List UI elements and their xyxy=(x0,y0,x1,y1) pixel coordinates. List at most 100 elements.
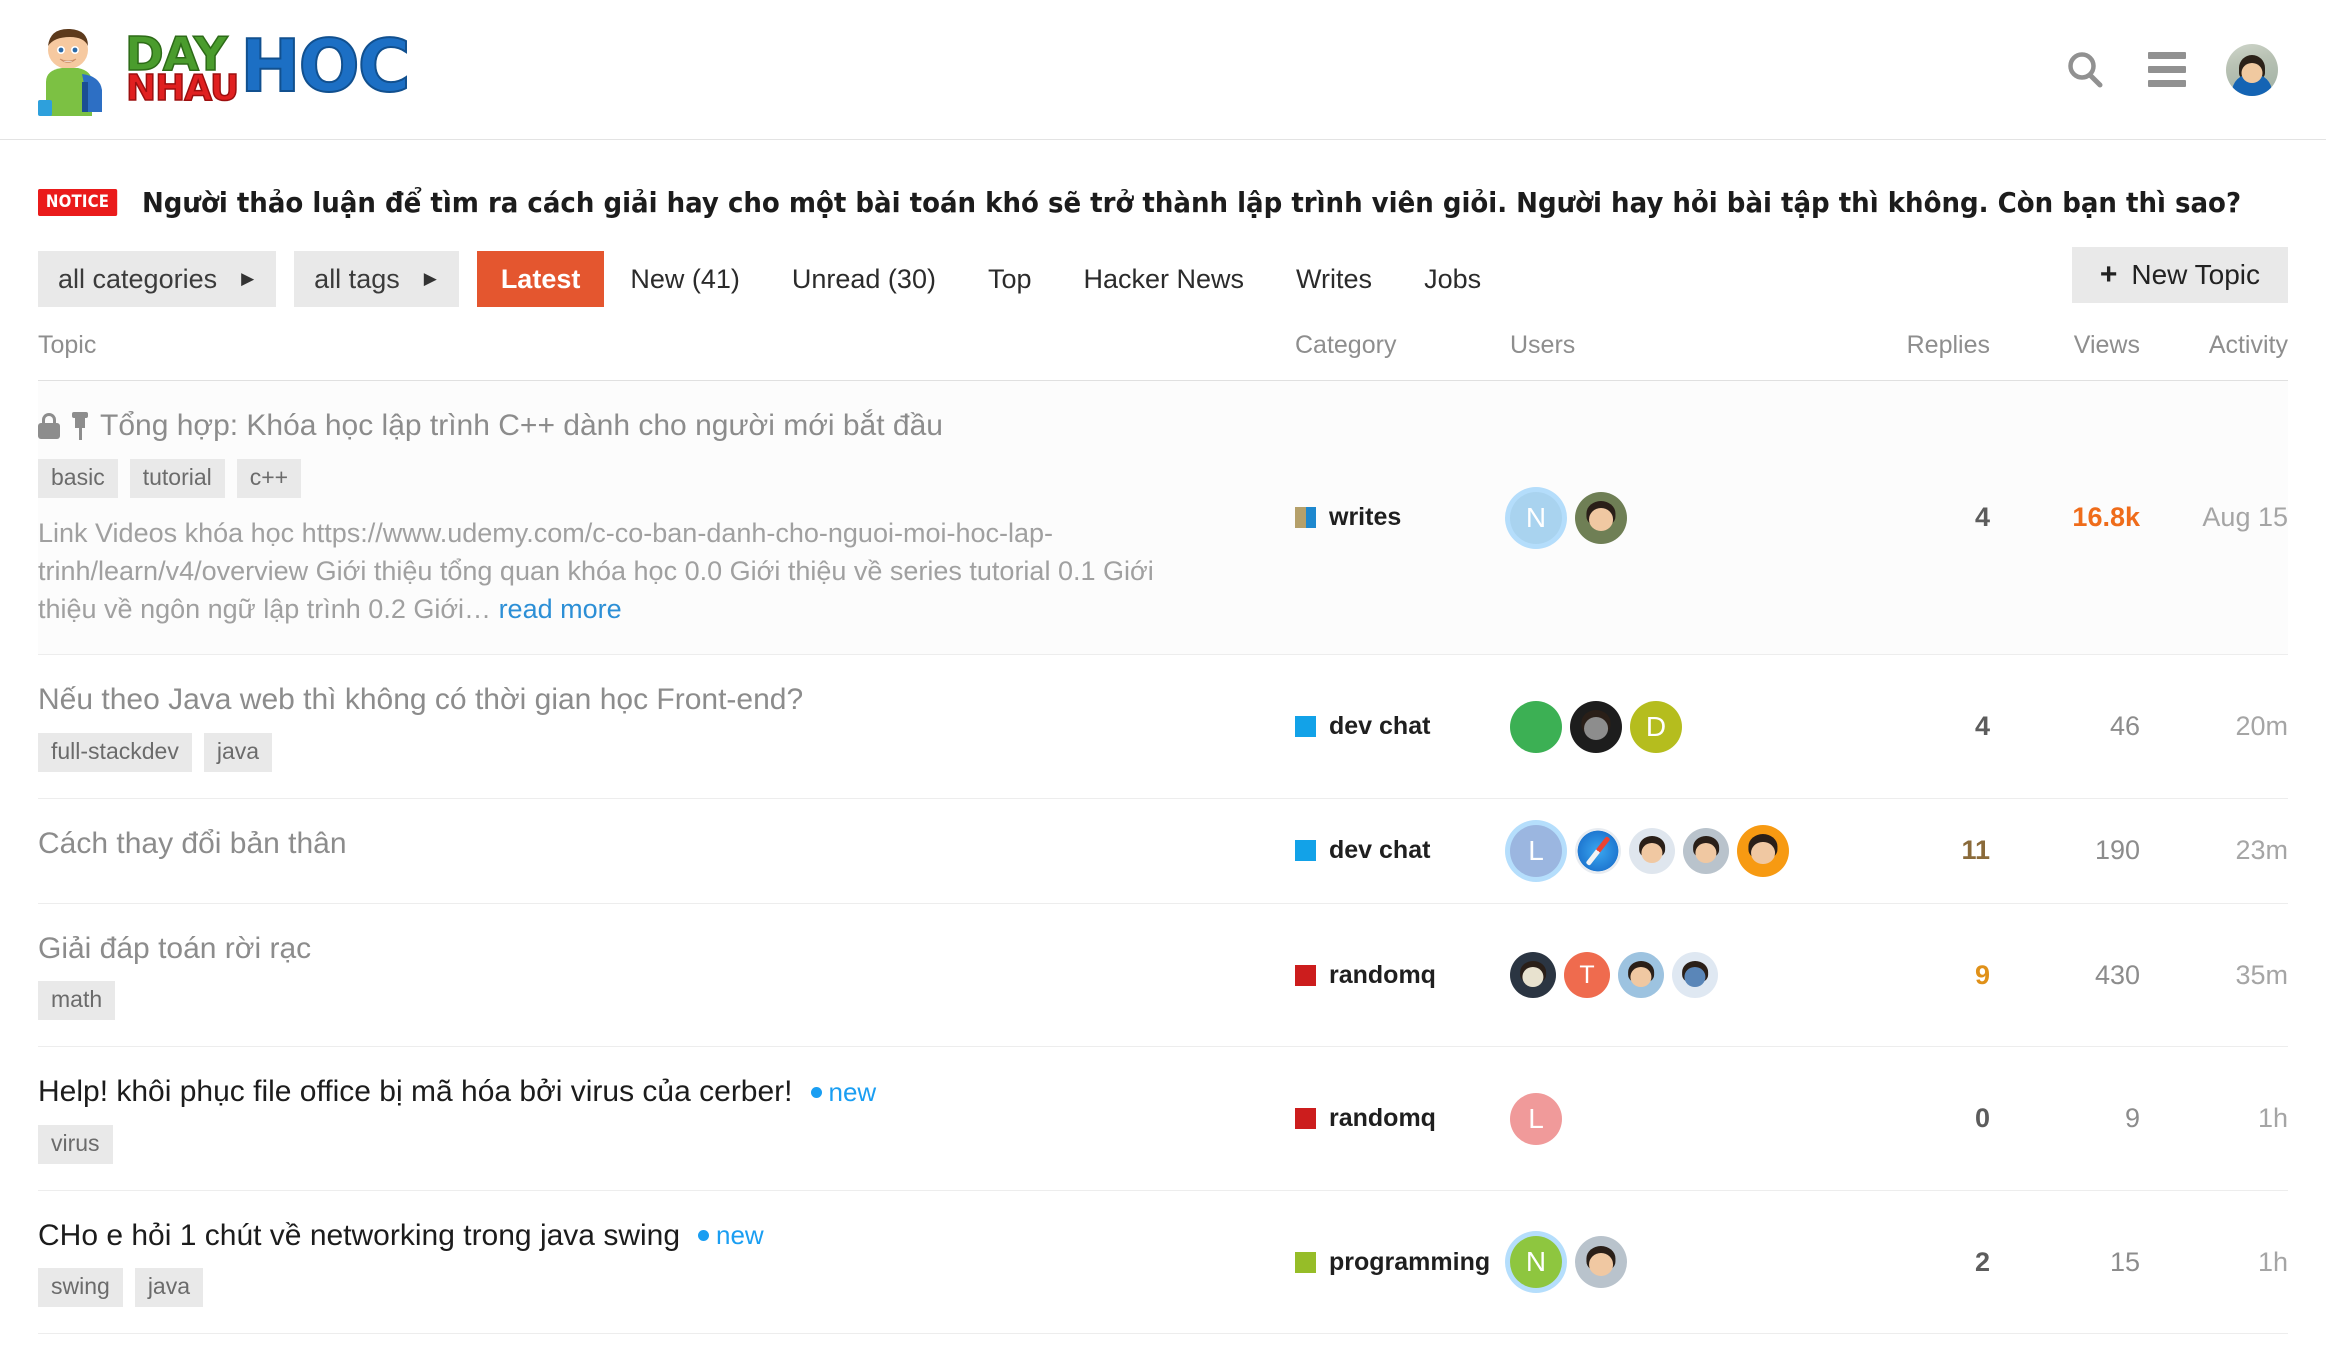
topic-title-link[interactable]: Nếu theo Java web thì không có thời gian… xyxy=(38,681,803,719)
column-header-category[interactable]: Category xyxy=(1295,331,1510,360)
site-header: DAY NHAU HOC xyxy=(0,0,2326,140)
topic-title-link[interactable]: Tổng hợp: Khóa học lập trình C++ dành ch… xyxy=(100,407,943,445)
table-row[interactable]: CHo e hỏi 1 chút về networking trong jav… xyxy=(38,1191,2288,1335)
header-actions xyxy=(2062,43,2278,96)
category-link-programming[interactable]: programming xyxy=(1295,1248,1510,1277)
participant-avatars: T xyxy=(1510,952,1840,999)
replies-count: 11 xyxy=(1961,835,1990,866)
new-badge-label: new xyxy=(828,1076,877,1107)
tab-jobs[interactable]: Jobs xyxy=(1398,251,1507,307)
views-cell: 190 xyxy=(1990,835,2140,866)
category-link-randomq[interactable]: randomq xyxy=(1295,961,1510,990)
category-cell: dev chat xyxy=(1295,712,1510,741)
category-name: dev chat xyxy=(1329,712,1431,741)
tag[interactable]: java xyxy=(134,1268,204,1308)
avatar[interactable] xyxy=(1575,491,1627,544)
all-categories-dropdown[interactable]: all categories ▶ xyxy=(38,251,277,307)
avatar[interactable]: N xyxy=(1510,1236,1562,1289)
column-header-activity[interactable]: Activity xyxy=(2140,331,2288,360)
tab-new[interactable]: New (41) xyxy=(604,251,766,307)
tag-list: virus xyxy=(38,1124,1295,1164)
tag[interactable]: virus xyxy=(38,1124,113,1164)
avatar[interactable] xyxy=(1737,824,1789,877)
category-color-square xyxy=(1295,1251,1316,1273)
column-header-users[interactable]: Users xyxy=(1510,331,1840,360)
tab-hacker-news[interactable]: Hacker News xyxy=(1058,251,1271,307)
avatar[interactable] xyxy=(1510,700,1562,753)
avatar[interactable]: L xyxy=(1510,824,1562,877)
avatar[interactable]: N xyxy=(1510,491,1562,544)
views-count: 46 xyxy=(2109,711,2140,742)
table-row[interactable]: Tổng hợp: Khóa học lập trình C++ dành ch… xyxy=(38,381,2288,656)
avatar[interactable] xyxy=(1629,827,1675,874)
tag[interactable]: math xyxy=(38,981,116,1021)
tab-top[interactable]: Top xyxy=(962,251,1058,307)
user-avatar[interactable] xyxy=(2226,43,2278,96)
tab-latest[interactable]: Latest xyxy=(476,251,605,307)
avatar[interactable] xyxy=(1672,952,1718,999)
search-icon[interactable] xyxy=(2062,47,2108,93)
column-header-replies[interactable]: Replies xyxy=(1840,331,1990,360)
table-row[interactable]: Help! khôi phục file office bị mã hóa bở… xyxy=(38,1047,2288,1191)
activity-time: 35m xyxy=(2235,959,2288,990)
activity-time: 1h xyxy=(2257,1246,2288,1277)
table-row[interactable]: Nếu theo Java web thì không có thời gian… xyxy=(38,655,2288,799)
tag-list: full-stackdev java xyxy=(38,732,1295,772)
tag[interactable]: tutorial xyxy=(129,458,225,498)
topic-title-link[interactable]: CHo e hỏi 1 chút về networking trong jav… xyxy=(38,1217,680,1255)
site-logo[interactable]: DAY NHAU HOC xyxy=(38,23,412,116)
avatar[interactable] xyxy=(1683,827,1729,874)
all-tags-dropdown[interactable]: all tags ▶ xyxy=(294,251,459,307)
notice-banner: NOTICE Người thảo luận để tìm ra cách gi… xyxy=(0,140,2326,219)
new-topic-button[interactable]: + New Topic xyxy=(2071,247,2288,303)
column-header-views[interactable]: Views xyxy=(1990,331,2140,360)
category-link-dev-chat[interactable]: dev chat xyxy=(1295,836,1510,865)
chevron-right-icon: ▶ xyxy=(241,269,255,288)
activity-time: 20m xyxy=(2235,711,2288,742)
tag[interactable]: c++ xyxy=(236,458,302,498)
new-topic-label: New Topic xyxy=(2131,259,2260,290)
tab-unread[interactable]: Unread (30) xyxy=(766,251,962,307)
participant-avatars: L xyxy=(1510,824,1840,877)
tag[interactable]: swing xyxy=(38,1268,123,1308)
avatar[interactable] xyxy=(1510,952,1556,999)
topic-excerpt: Link Videos khóa học https://www.udemy.c… xyxy=(38,514,1218,629)
read-more-link[interactable]: read more xyxy=(499,594,622,624)
category-cell: programming xyxy=(1295,1248,1510,1277)
topic-title-link[interactable]: Help! khôi phục file office bị mã hóa bở… xyxy=(38,1073,793,1111)
tab-writes[interactable]: Writes xyxy=(1270,251,1398,307)
new-badge[interactable]: new xyxy=(810,1076,877,1108)
topic-title-link[interactable]: Giải đáp toán rời rạc xyxy=(38,930,311,968)
logo-hoc-text: HOC xyxy=(239,23,411,108)
hamburger-menu-icon[interactable] xyxy=(2144,47,2190,93)
new-badge[interactable]: new xyxy=(698,1220,764,1251)
activity-cell: 20m xyxy=(2140,711,2288,742)
replies-count: 4 xyxy=(1974,502,1990,533)
table-row[interactable]: Cách thay đổi bản thân dev chat L 11 190… xyxy=(38,799,2288,904)
activity-cell: 1h xyxy=(2140,1103,2288,1134)
category-color-square xyxy=(1295,964,1316,986)
table-row[interactable]: Giải đáp toán rời rạc math randomq T 9 4… xyxy=(38,904,2288,1048)
topic-title-link[interactable]: Cách thay đổi bản thân xyxy=(38,825,347,863)
category-name: writes xyxy=(1329,503,1402,532)
avatar[interactable] xyxy=(1570,700,1622,753)
category-link-randomq[interactable]: randomq xyxy=(1295,1104,1510,1133)
tag-list: swing java xyxy=(38,1268,1295,1308)
logo-wordmark: DAY NHAU HOC xyxy=(124,23,411,108)
avatar[interactable]: L xyxy=(1510,1092,1562,1145)
category-link-dev-chat[interactable]: dev chat xyxy=(1295,712,1510,741)
tag[interactable]: java xyxy=(203,732,273,772)
views-count: 430 xyxy=(2094,959,2140,990)
column-header-topic[interactable]: Topic xyxy=(38,331,1295,360)
tag[interactable]: basic xyxy=(38,458,118,498)
views-count: 16.8k xyxy=(2072,502,2140,533)
avatar[interactable] xyxy=(1618,952,1664,999)
avatar-safari-icon[interactable] xyxy=(1575,827,1621,874)
avatar[interactable]: D xyxy=(1630,700,1682,753)
activity-cell: 23m xyxy=(2140,835,2288,866)
tag[interactable]: full-stackdev xyxy=(38,732,192,772)
views-count: 9 xyxy=(2124,1103,2140,1134)
avatar[interactable] xyxy=(1575,1236,1627,1289)
avatar[interactable]: T xyxy=(1564,952,1610,999)
category-link-writes[interactable]: writes xyxy=(1295,503,1510,532)
